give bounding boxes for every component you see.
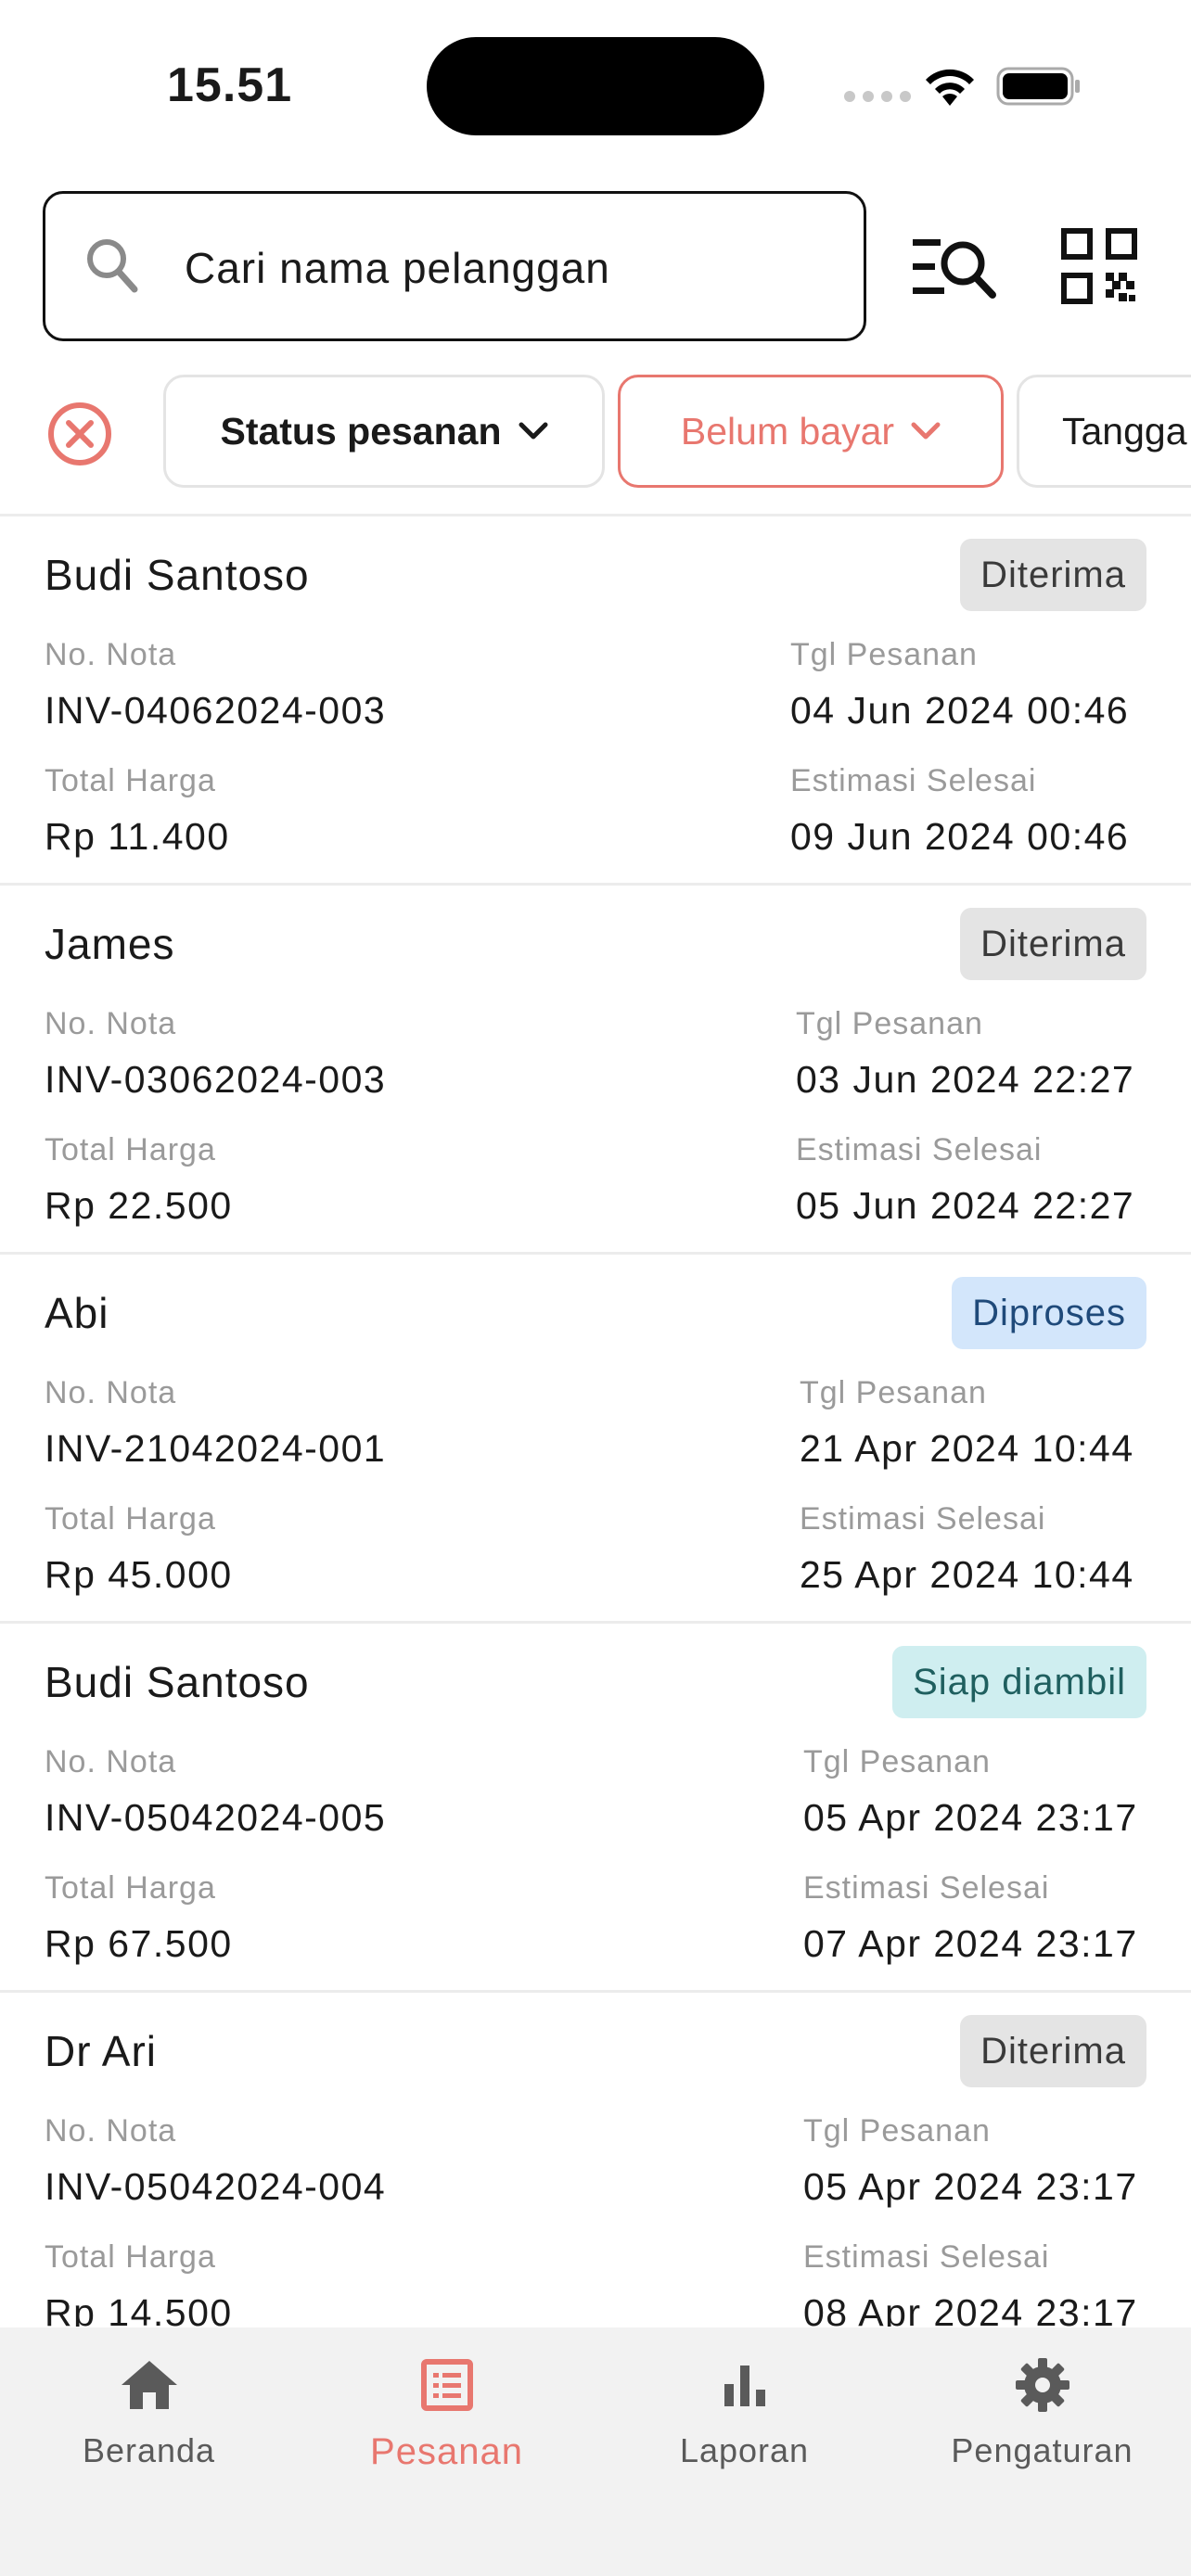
- bar-chart-icon: [724, 2366, 765, 2406]
- payment-filter-chip[interactable]: Belum bayar: [618, 375, 1004, 488]
- status-badge: Diterima: [960, 908, 1146, 980]
- customer-name: James: [45, 920, 175, 968]
- customer-name: Budi Santoso: [45, 551, 310, 599]
- nota-label: No. Nota: [45, 1006, 177, 1041]
- total-value: Rp 14.500: [45, 2291, 233, 2327]
- estimate-value: 08 Apr 2024 23:17: [803, 2291, 1138, 2327]
- date-filter-label: Tangga: [1062, 409, 1187, 453]
- nav-item-settings[interactable]: Pengaturan: [893, 2350, 1191, 2489]
- status-badge: Diterima: [960, 539, 1146, 611]
- status-filter-chip[interactable]: Status pesanan: [163, 375, 605, 488]
- nav-label-reports: Laporan: [679, 2431, 810, 2469]
- list-search-icon[interactable]: [913, 232, 998, 302]
- order-date-label: Tgl Pesanan: [803, 2113, 991, 2149]
- nota-value: INV-04062024-003: [45, 689, 387, 732]
- nota-label: No. Nota: [45, 1744, 177, 1779]
- chevron-down-icon: [911, 422, 941, 440]
- search-box: [43, 191, 866, 341]
- nav-item-orders[interactable]: Pesanan: [298, 2350, 596, 2489]
- total-label: Total Harga: [45, 763, 216, 798]
- nota-value: INV-03062024-003: [45, 1058, 387, 1101]
- order-card[interactable]: James Diterima No. Nota INV-03062024-003…: [0, 886, 1191, 1255]
- bottom-nav: Beranda Pesanan Laporan Pengaturan: [0, 2327, 1191, 2576]
- nota-value: INV-21042024-001: [45, 1427, 387, 1470]
- nav-label-home: Beranda: [82, 2431, 216, 2469]
- total-label: Total Harga: [45, 1501, 216, 1537]
- order-list: Budi Santoso Diterima No. Nota INV-04062…: [0, 516, 1191, 2327]
- status-badge: Diterima: [960, 2015, 1146, 2087]
- nav-item-home[interactable]: Beranda: [0, 2350, 298, 2489]
- estimate-value: 07 Apr 2024 23:17: [803, 1922, 1138, 1965]
- estimate-label: Estimasi Selesai: [803, 1870, 1050, 1906]
- payment-filter-label: Belum bayar: [680, 409, 895, 453]
- order-date-value: 03 Jun 2024 22:27: [796, 1058, 1135, 1101]
- estimate-value: 25 Apr 2024 10:44: [800, 1553, 1134, 1596]
- nota-value: INV-05042024-005: [45, 1796, 387, 1839]
- nav-item-reports[interactable]: Laporan: [596, 2350, 893, 2489]
- nota-label: No. Nota: [45, 637, 177, 672]
- order-card[interactable]: Budi Santoso Siap diambil No. Nota INV-0…: [0, 1624, 1191, 1993]
- home-icon: [121, 2361, 177, 2409]
- order-card[interactable]: Dr Ari Diterima No. Nota INV-05042024-00…: [0, 1993, 1191, 2327]
- status-bar: 15.51: [0, 0, 1191, 176]
- estimate-value: 05 Jun 2024 22:27: [796, 1184, 1135, 1227]
- customer-name: Budi Santoso: [45, 1658, 310, 1706]
- estimate-label: Estimasi Selesai: [790, 763, 1037, 798]
- status-badge: Diproses: [952, 1277, 1146, 1349]
- dynamic-island: [427, 37, 764, 135]
- nav-label-settings: Pengaturan: [951, 2431, 1133, 2469]
- nav-label-orders: Pesanan: [370, 2431, 523, 2472]
- order-card[interactable]: Budi Santoso Diterima No. Nota INV-04062…: [0, 516, 1191, 886]
- qr-code-icon[interactable]: [1061, 228, 1137, 304]
- estimate-label: Estimasi Selesai: [803, 2239, 1050, 2275]
- wifi-icon: [926, 69, 974, 106]
- nota-label: No. Nota: [45, 2113, 177, 2149]
- estimate-value: 09 Jun 2024 00:46: [790, 815, 1130, 858]
- screen: 15.51 Cari nama pelanggan Status pesanan…: [0, 0, 1191, 2576]
- chevron-down-icon: [519, 422, 548, 440]
- customer-name: Abi: [45, 1289, 109, 1337]
- nota-label: No. Nota: [45, 1375, 177, 1410]
- total-value: Rp 45.000: [45, 1553, 233, 1596]
- total-label: Total Harga: [45, 1132, 216, 1167]
- order-list-icon: [420, 2359, 473, 2411]
- order-date-label: Tgl Pesanan: [790, 637, 978, 672]
- cellular-signal-icon: [844, 91, 911, 102]
- order-card[interactable]: Abi Diproses No. Nota INV-21042024-001 T…: [0, 1255, 1191, 1624]
- customer-name: Dr Ari: [45, 2027, 157, 2075]
- clear-filter-icon[interactable]: [46, 401, 113, 467]
- estimate-label: Estimasi Selesai: [800, 1501, 1046, 1537]
- battery-icon: [996, 67, 1080, 106]
- status-time: 15.51: [167, 58, 293, 112]
- nota-value: INV-05042024-004: [45, 2165, 387, 2208]
- estimate-label: Estimasi Selesai: [796, 1132, 1043, 1167]
- date-filter-chip[interactable]: Tangga: [1017, 375, 1191, 488]
- search-icon: [87, 239, 138, 293]
- order-date-label: Tgl Pesanan: [800, 1375, 987, 1410]
- order-date-label: Tgl Pesanan: [796, 1006, 983, 1041]
- order-date-value: 04 Jun 2024 00:46: [790, 689, 1130, 732]
- total-label: Total Harga: [45, 1870, 216, 1906]
- order-date-label: Tgl Pesanan: [803, 1744, 991, 1779]
- status-filter-label: Status pesanan: [220, 409, 502, 453]
- filter-row: Status pesanan Belum bayar Tangga: [0, 375, 1191, 488]
- total-label: Total Harga: [45, 2239, 216, 2275]
- total-value: Rp 67.500: [45, 1922, 233, 1965]
- status-badge: Siap diambil: [892, 1646, 1146, 1718]
- total-value: Rp 22.500: [45, 1184, 233, 1227]
- search-input[interactable]: [185, 231, 834, 305]
- order-date-value: 05 Apr 2024 23:17: [803, 2165, 1138, 2208]
- gear-icon: [1015, 2358, 1069, 2412]
- order-date-value: 21 Apr 2024 10:44: [800, 1427, 1134, 1470]
- order-date-value: 05 Apr 2024 23:17: [803, 1796, 1138, 1839]
- total-value: Rp 11.400: [45, 815, 230, 858]
